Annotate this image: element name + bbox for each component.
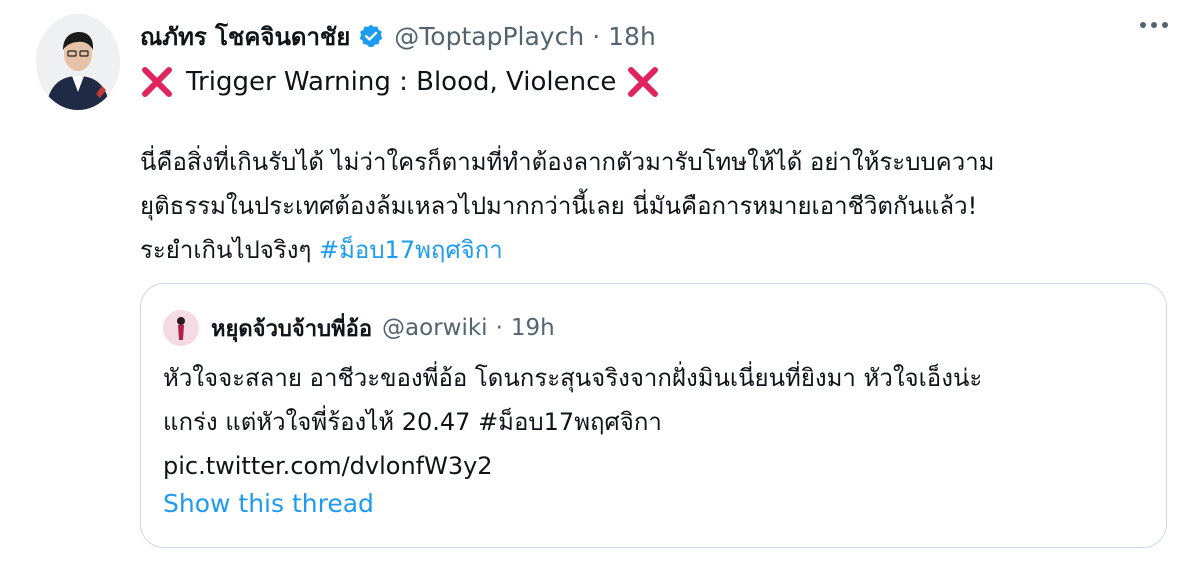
author-avatar[interactable] [36,14,120,110]
separator-dot: · [592,21,601,51]
hashtag-link[interactable]: #ม็อบ17พฤศจิกา [319,236,503,264]
verified-badge-icon [358,23,384,49]
tweet-timestamp[interactable]: 18h [608,22,656,51]
author-handle[interactable]: @ToptapPlaych [394,22,584,51]
quoted-author-name: หยุดจ้วบจ้าบพี่อ้อ [211,316,373,342]
quoted-tweet-header: หยุดจ้วบจ้าบพี่อ้อ @aorwiki · 19h [163,310,555,346]
trigger-warning: Trigger Warning : Blood, Violence [140,60,660,104]
quoted-tweet-text: หัวใจจะสลาย อาชีวะของพี่อ้อ โดนกระสุนจริ… [163,356,1153,488]
tweet-text: นี่คือสิ่งที่เกินรับได้ ไม่ว่าใครก็ตามที… [140,140,1180,272]
quoted-text-line: แกร่ง แต่หัวใจพี่ร้องไห้ 20.47 #ม็อบ17พฤ… [163,408,662,436]
more-dot [1162,22,1168,28]
author-name[interactable]: ณภัทร โชคจินดาชัย [140,17,350,56]
show-thread-link[interactable]: Show this thread [163,489,374,518]
quoted-timestamp: 19h [510,315,555,341]
tweet-text-line: ยุติธรรมในประเทศต้องล้มเหลวไปมากกว่านี้เ… [140,192,978,220]
quoted-author-avatar[interactable] [163,310,199,346]
cross-mark-icon [626,65,660,99]
person-avatar-icon [163,310,199,346]
more-dot [1151,22,1157,28]
quoted-author-handle: @aorwiki [382,315,488,341]
tweet-text-line: ระยำเกินไปจริงๆ #ม็อบ17พฤศจิกา [140,228,1180,272]
tweet-header: ณภัทร โชคจินดาชัย @ToptapPlaych · 18h [140,14,656,58]
media-link[interactable]: pic.twitter.com/dvlonfW3y2 [163,444,1153,488]
more-dot [1140,22,1146,28]
tweet-text-line: นี่คือสิ่งที่เกินรับได้ ไม่ว่าใครก็ตามที… [140,148,995,176]
more-options-icon[interactable] [1140,22,1168,28]
tweet-text-segment: ระยำเกินไปจริงๆ [140,236,312,264]
quoted-tweet[interactable]: หยุดจ้วบจ้าบพี่อ้อ @aorwiki · 19h หัวใจจ… [140,283,1167,548]
person-avatar-icon [36,14,120,110]
cross-mark-icon [140,65,174,99]
quoted-text-line: หัวใจจะสลาย อาชีวะของพี่อ้อ โดนกระสุนจริ… [163,364,983,392]
warning-text: Trigger Warning : Blood, Violence [186,67,617,97]
separator-dot: · [495,315,503,341]
